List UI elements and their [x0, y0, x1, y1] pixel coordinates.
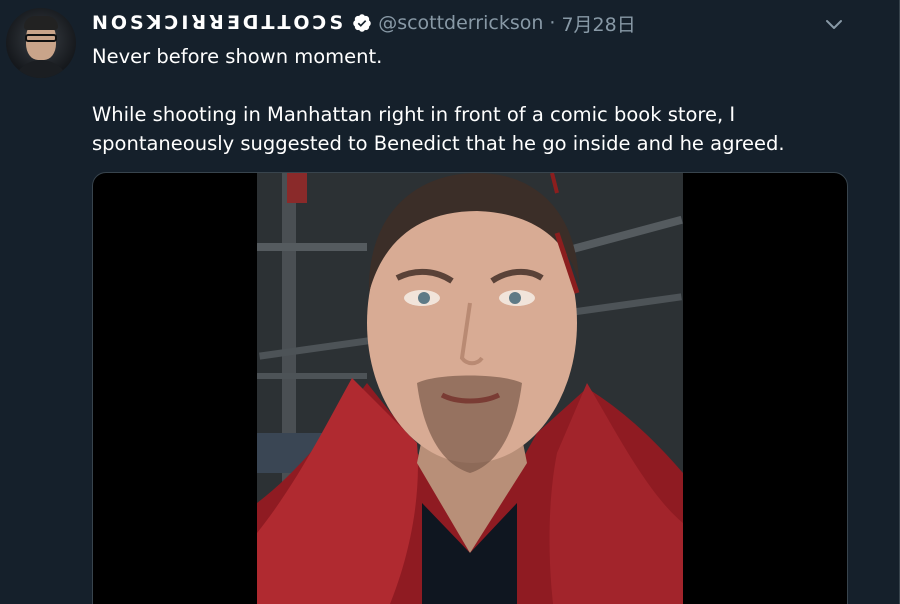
avatar-body	[12, 60, 70, 78]
chevron-down-icon[interactable]	[822, 12, 846, 36]
avatar-glasses	[25, 34, 57, 42]
tweet-header: NOSꓘƆIꓤꓤƎꓷꓕꓕOƆS @scottderrickson · 7月28日	[92, 9, 636, 37]
separator-dot: ·	[549, 12, 556, 34]
tweet-text: Never before shown moment. While shootin…	[92, 45, 785, 155]
display-name[interactable]: NOSꓘƆIꓤꓤƎꓷꓕꓕOƆS	[92, 12, 346, 34]
handle[interactable]: @scottderrickson	[378, 12, 543, 34]
avatar[interactable]	[6, 8, 76, 78]
video-frame-image	[257, 173, 683, 604]
video-player[interactable]	[92, 172, 848, 604]
tweet[interactable]: NOSꓘƆIꓤꓤƎꓷꓕꓕOƆS @scottderrickson · 7月28日…	[0, 0, 900, 604]
video-thumbnail	[257, 173, 683, 604]
tweet-date[interactable]: 7月28日	[561, 10, 635, 37]
verified-badge-icon	[353, 14, 371, 32]
avatar-hair	[24, 16, 58, 30]
